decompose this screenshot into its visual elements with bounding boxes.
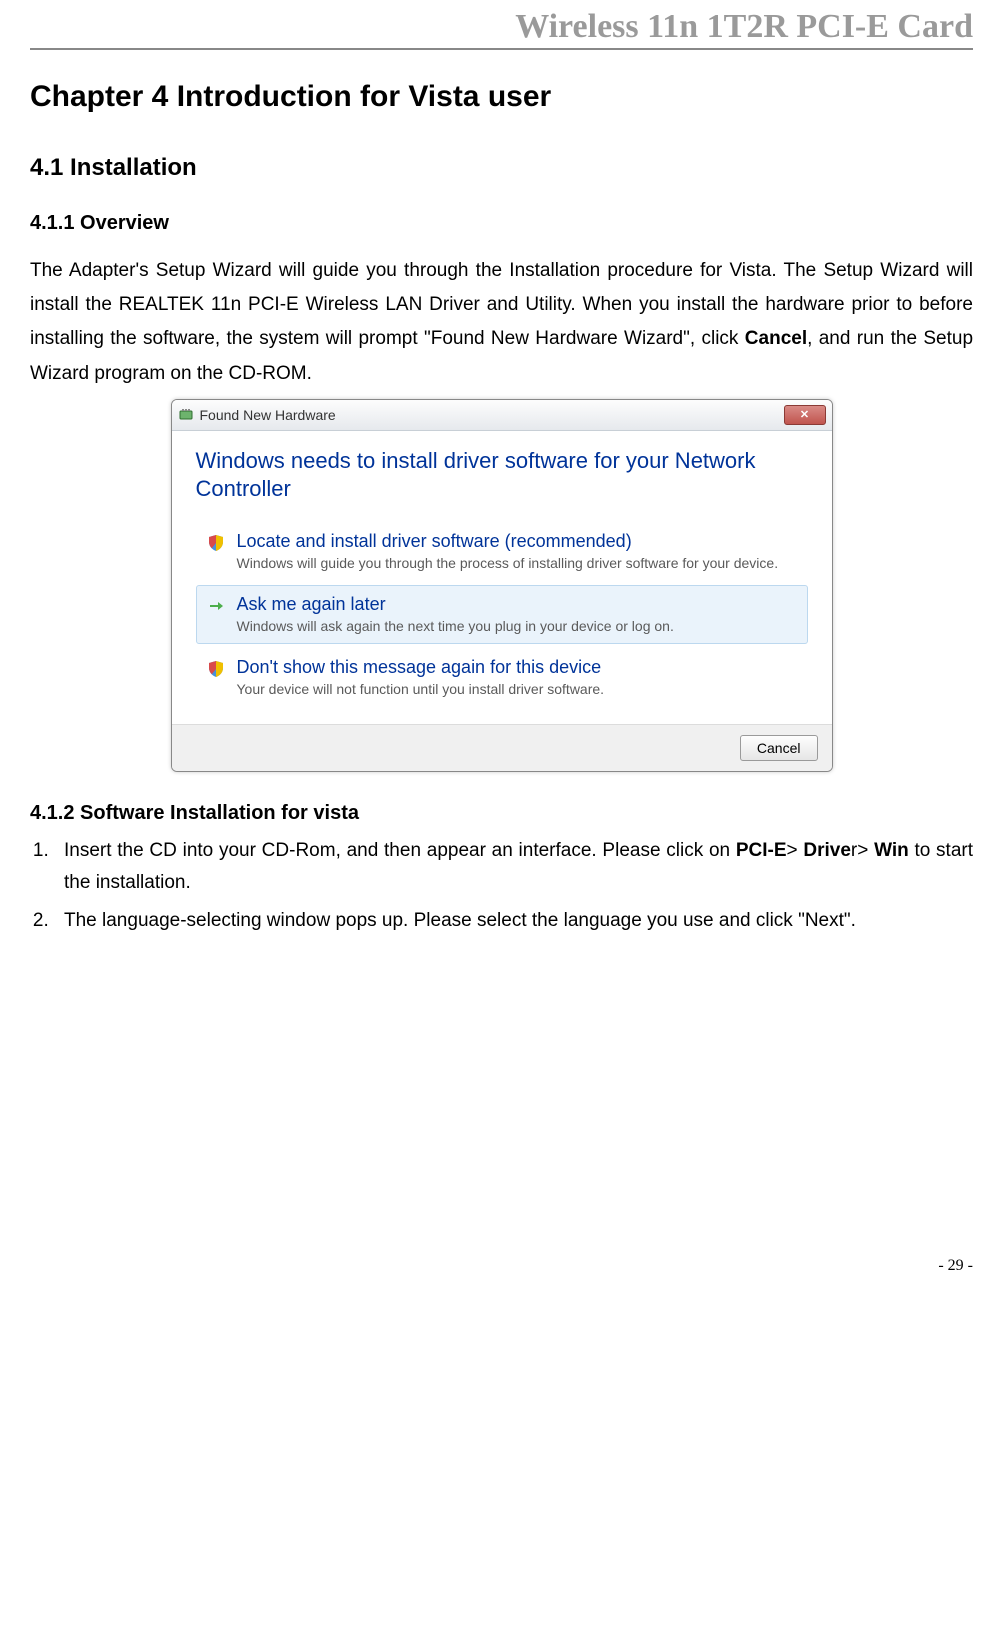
option2-desc: Windows will ask again the next time you… (237, 617, 674, 635)
li1-gt1: > (787, 840, 804, 861)
cancel-button[interactable]: Cancel (740, 735, 818, 761)
install-steps-list: Insert the CD into your CD-Rom, and then… (30, 835, 973, 938)
list-item: Insert the CD into your CD-Rom, and then… (54, 835, 973, 900)
list-item: The language-selecting window pops up. P… (54, 905, 973, 937)
shield-icon (207, 660, 225, 678)
option3-desc: Your device will not function until you … (237, 680, 605, 698)
li1-r: r> (851, 840, 874, 861)
dialog-close-button[interactable]: ✕ (784, 405, 826, 425)
option3-title: Don't show this message again for this d… (237, 657, 605, 678)
overview-paragraph: The Adapter's Setup Wizard will guide yo… (30, 254, 973, 391)
subsection-title-4-1-1: 4.1.1 Overview (30, 212, 973, 235)
dialog-footer: Cancel (172, 724, 832, 771)
dialog-option-locate-install[interactable]: Locate and install driver software (reco… (196, 522, 808, 581)
shield-icon (207, 534, 225, 552)
dialog-title-text: Found New Hardware (200, 407, 336, 423)
dialog-titlebar: Found New Hardware ✕ (172, 400, 832, 431)
hardware-icon (178, 407, 194, 423)
option1-title: Locate and install driver software (reco… (237, 531, 779, 552)
dialog-option-ask-later[interactable]: Ask me again later Windows will ask agai… (196, 585, 808, 644)
option2-title: Ask me again later (237, 594, 674, 615)
found-new-hardware-dialog: Found New Hardware ✕ Windows needs to in… (171, 399, 833, 772)
li1-text-a: Insert the CD into your CD-Rom, and then… (64, 840, 736, 861)
li1-bold-pcie: PCI-E (736, 840, 787, 861)
section-title-4-1: 4.1 Installation (30, 154, 973, 182)
page-number: - 29 - (30, 1257, 973, 1275)
overview-text-bold-cancel: Cancel (745, 328, 807, 349)
li1-bold-win: Win (874, 840, 909, 861)
dialog-option-dont-show[interactable]: Don't show this message again for this d… (196, 648, 808, 707)
li1-bold-drive: Drive (803, 840, 851, 861)
option1-desc: Windows will guide you through the proce… (237, 554, 779, 572)
vista-dialog-screenshot: Found New Hardware ✕ Windows needs to in… (30, 399, 973, 772)
document-header: Wireless 11n 1T2R PCI-E Card (30, 0, 973, 50)
close-icon: ✕ (800, 408, 809, 421)
arrow-right-icon (207, 597, 225, 615)
dialog-heading: Windows needs to install driver software… (196, 447, 808, 504)
chapter-title: Chapter 4 Introduction for Vista user (30, 80, 973, 114)
subsection-title-4-1-2: 4.1.2 Software Installation for vista (30, 802, 973, 825)
